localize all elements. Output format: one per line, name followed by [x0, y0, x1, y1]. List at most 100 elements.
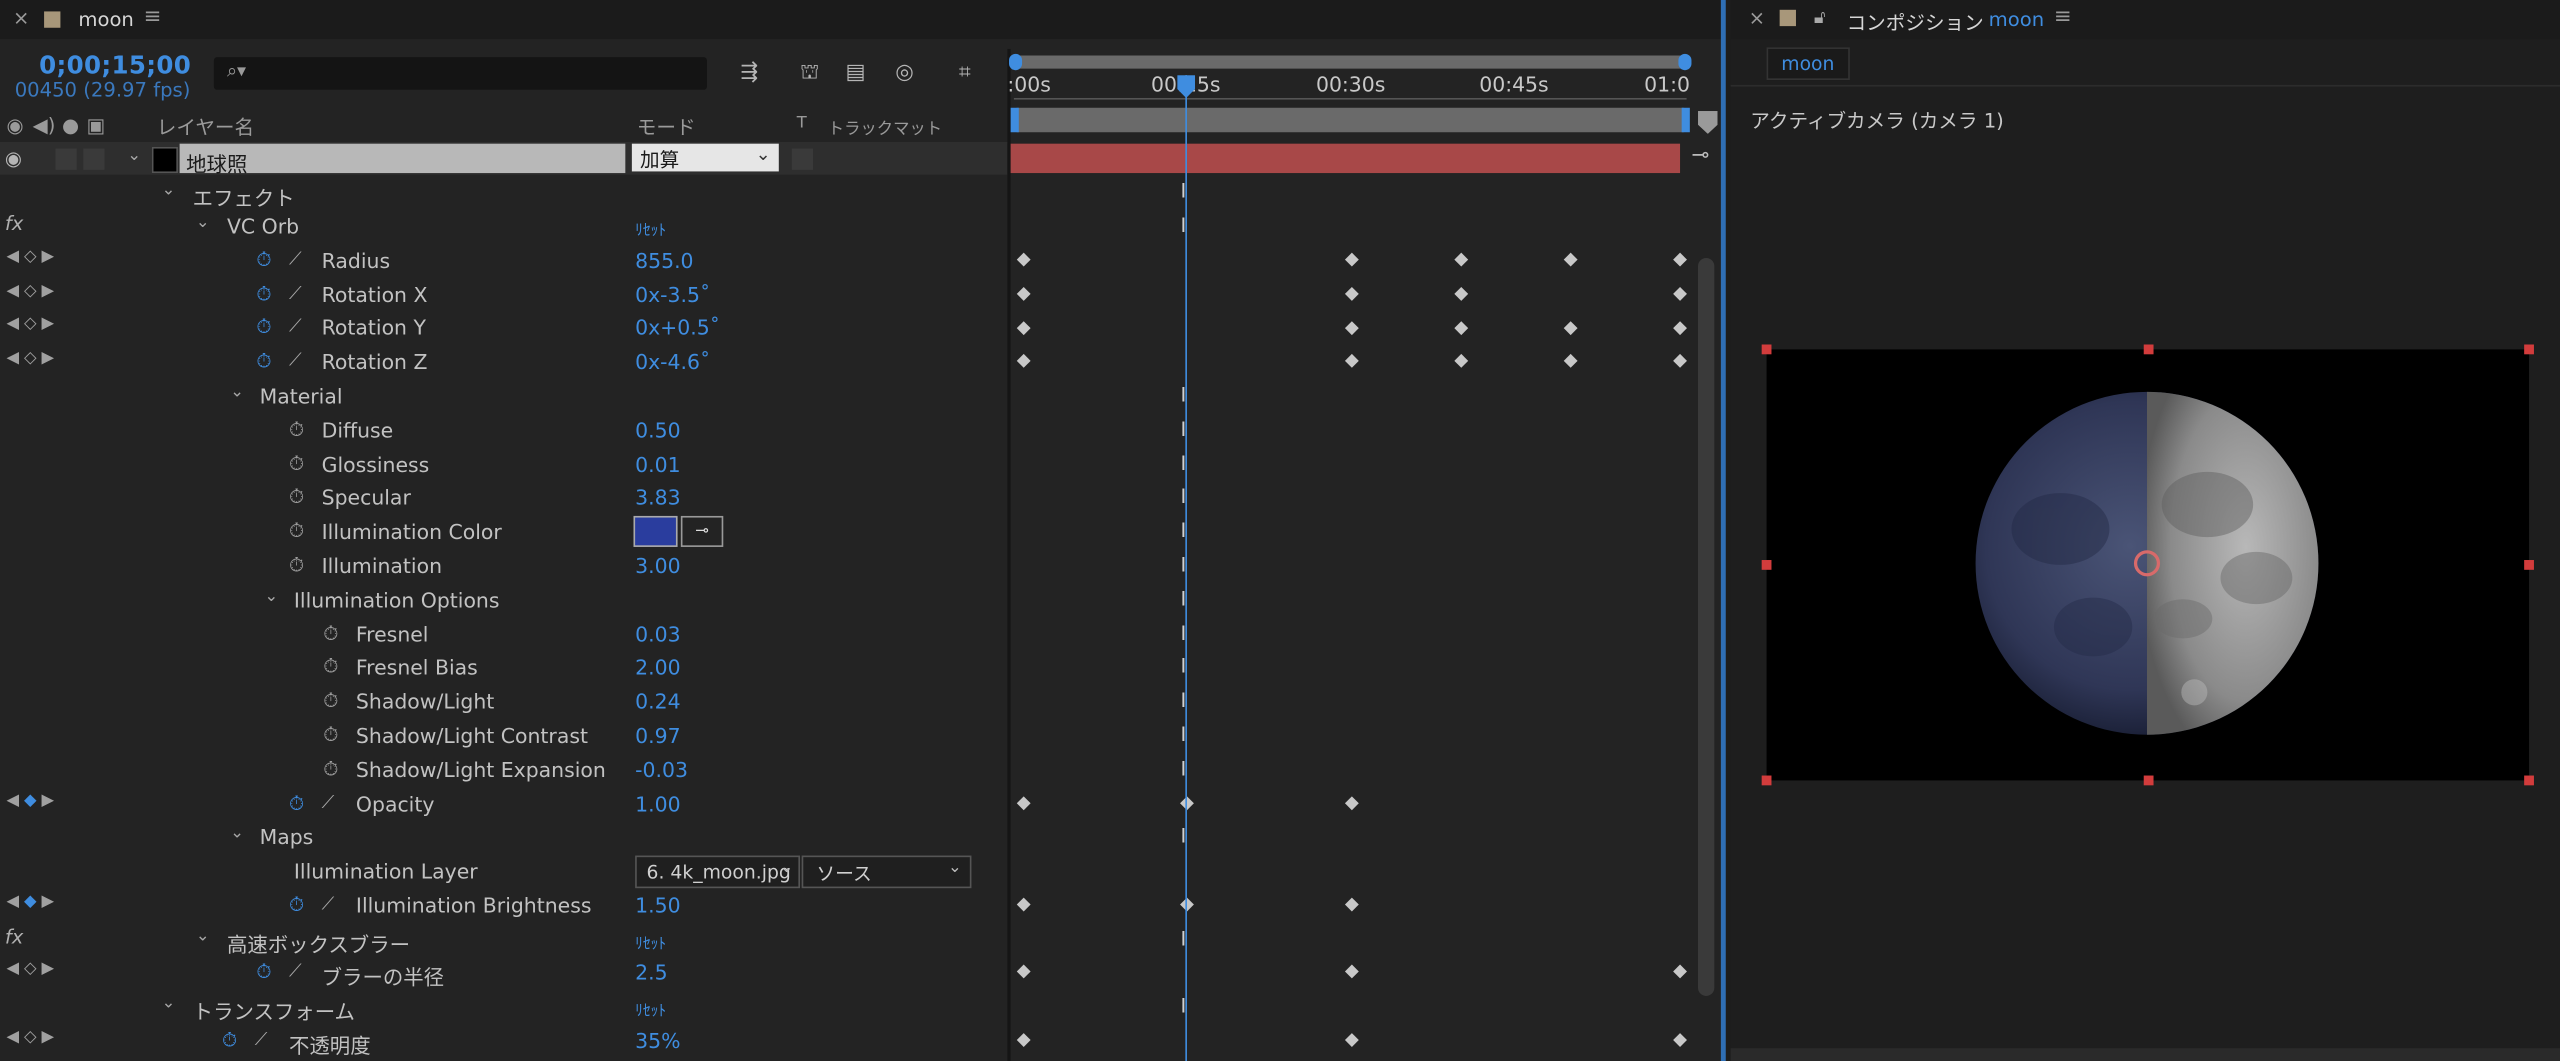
keyframe[interactable] — [1673, 252, 1687, 267]
keyframe[interactable] — [1344, 1033, 1359, 1047]
keyframe[interactable] — [1673, 964, 1687, 979]
stopwatch-icon[interactable]: ⏱ — [323, 723, 338, 747]
property-value[interactable]: -0.03 — [635, 758, 688, 782]
layer-name-header[interactable]: レイヤー名 — [157, 113, 254, 146]
chevron-down-icon[interactable]: ⌄ — [196, 214, 210, 232]
stopwatch-icon[interactable]: ⏱ — [289, 893, 304, 917]
stopwatch-icon[interactable]: ⏱ — [256, 315, 271, 339]
keyframe[interactable] — [1016, 897, 1031, 912]
keyframe[interactable] — [1344, 897, 1359, 912]
mode-header[interactable]: モード — [637, 113, 696, 146]
blend-mode-select[interactable]: 加算 ⌄ — [631, 143, 779, 172]
vertical-scrollbar[interactable] — [1698, 257, 1715, 996]
property-value[interactable]: 0x-3.5˚ — [635, 282, 710, 306]
lock-icon[interactable]: 🔓︎ — [1814, 7, 1826, 30]
graph-icon[interactable]: ⟋ — [255, 1029, 268, 1052]
timeline-tab-title[interactable]: moon — [78, 8, 133, 31]
transform-handle[interactable] — [2524, 344, 2534, 355]
stopwatch-icon[interactable]: ⏱ — [289, 452, 304, 476]
chevron-down-icon[interactable]: ⌄ — [264, 588, 278, 606]
layer-row[interactable]: ◉ ⌄ 地球照 加算 ⌄ — [0, 142, 1008, 176]
stopwatch-icon[interactable]: ⏱ — [256, 248, 271, 272]
stopwatch-icon[interactable]: ⏱ — [256, 960, 271, 984]
panel-menu-icon[interactable]: ≡ — [144, 5, 162, 29]
keyframe-navigator[interactable]: ◀◇▶ — [7, 282, 59, 300]
keyframe[interactable] — [1344, 353, 1359, 368]
reset-link[interactable]: ﾘｾｯﾄ — [635, 931, 666, 954]
stopwatch-icon[interactable]: ⏱ — [289, 485, 304, 509]
graph-icon[interactable]: ⟋ — [289, 315, 302, 338]
property-value[interactable]: 0.24 — [635, 689, 680, 713]
keyframe[interactable] — [1344, 796, 1359, 811]
stopwatch-icon[interactable]: ⏱ — [323, 622, 338, 646]
frame-blending-icon[interactable]: ▤ — [841, 60, 870, 86]
property-value[interactable]: 35% — [635, 1029, 680, 1053]
work-area-start-handle[interactable] — [1009, 53, 1023, 71]
anchor-point-icon[interactable] — [2133, 550, 2161, 577]
property-value[interactable]: 0.97 — [635, 723, 680, 747]
property-value[interactable]: 0.01 — [635, 452, 680, 476]
work-area-end-handle[interactable] — [1678, 53, 1692, 71]
chevron-down-icon[interactable]: ⌄ — [162, 181, 176, 199]
transform-handle[interactable] — [2524, 560, 2534, 570]
graph-icon[interactable]: ⟋ — [289, 349, 302, 372]
keyframe[interactable] — [1016, 286, 1031, 301]
composition-tab-prefix[interactable]: コンポジション — [1847, 8, 1984, 36]
effect-fast-box-blur[interactable]: fx ⌄ 高速ボックスブラー ﾘｾｯﾄ — [0, 922, 1007, 957]
property-value[interactable]: 1.50 — [635, 893, 680, 917]
color-swatch[interactable] — [633, 515, 678, 547]
keyframe-navigator[interactable]: ◀◆▶ — [7, 893, 59, 911]
eye-icon[interactable]: ◉ — [5, 147, 22, 170]
keyframe[interactable] — [1344, 321, 1359, 336]
keyframe[interactable] — [1563, 252, 1578, 267]
property-value[interactable]: 0x+0.5˚ — [635, 315, 720, 339]
keyframe[interactable] — [1673, 1033, 1687, 1047]
property-value[interactable]: 1.00 — [635, 792, 680, 816]
illumination-layer-select[interactable]: 6. 4k_moon.jpg ⌄ — [635, 855, 801, 889]
property-value[interactable]: 2.00 — [635, 655, 680, 679]
transform-handle[interactable] — [1761, 560, 1772, 570]
keyframe[interactable] — [1454, 353, 1469, 368]
property-value[interactable]: 0x-4.6˚ — [635, 349, 710, 373]
graph-icon[interactable]: ⟋ — [322, 893, 335, 916]
keyframe[interactable] — [1344, 252, 1359, 267]
graph-editor-icon[interactable]: ⌗ — [950, 60, 979, 86]
fx-icon[interactable]: fx — [5, 212, 23, 235]
viewer-toolbar[interactable] — [1730, 1048, 2560, 1061]
graph-icon[interactable]: ⟋ — [289, 248, 302, 271]
reset-link[interactable]: ﾘｾｯﾄ — [635, 998, 666, 1020]
keyframe[interactable] — [1673, 286, 1687, 301]
reset-link[interactable]: ﾘｾｯﾄ — [635, 217, 666, 240]
keyframe[interactable] — [1016, 353, 1031, 368]
motion-blur-icon[interactable]: ◎ — [890, 60, 919, 86]
preserve-transparency-checkbox[interactable] — [791, 148, 814, 170]
chevron-down-icon[interactable]: ⌄ — [162, 994, 176, 1012]
keyframe[interactable] — [1454, 252, 1469, 267]
comp-marker-bin-icon[interactable] — [1698, 111, 1718, 134]
time-navigator-end[interactable] — [1681, 107, 1690, 133]
transform-handle[interactable] — [2143, 344, 2154, 355]
pickwhip-icon[interactable]: ⊸ — [1691, 144, 1709, 168]
keyframe[interactable] — [1016, 321, 1031, 336]
property-value[interactable]: 0.03 — [635, 622, 680, 646]
property-value[interactable]: 3.83 — [635, 485, 680, 509]
stopwatch-icon[interactable]: ⏱ — [323, 689, 338, 713]
draft-3d-icon[interactable]: ⛫ — [795, 60, 824, 86]
effect-vc-orb[interactable]: fx ⌄ VC Orb ﾘｾｯﾄ — [0, 209, 1007, 242]
layer-name-field[interactable]: 地球照 — [179, 143, 626, 176]
stopwatch-icon[interactable]: ⏱ — [289, 553, 304, 577]
keyframe-navigator[interactable]: ◀◆▶ — [7, 792, 59, 810]
group-maps[interactable]: ⌄ Maps — [0, 820, 1007, 853]
layer-duration-bar[interactable] — [1010, 143, 1681, 174]
playhead-line[interactable] — [1185, 75, 1187, 1061]
keyframe-navigator[interactable]: ◀◇▶ — [7, 960, 59, 978]
chevron-down-icon[interactable]: ⌄ — [230, 384, 244, 402]
property-value[interactable]: 0.50 — [635, 418, 680, 442]
close-icon[interactable]: × — [13, 7, 29, 30]
panel-menu-icon[interactable]: ≡ — [2054, 5, 2072, 29]
keyframe[interactable] — [1016, 964, 1031, 979]
stopwatch-icon[interactable]: ⏱ — [323, 758, 338, 782]
keyframe[interactable] — [1344, 286, 1359, 301]
keyframe[interactable] — [1673, 353, 1687, 368]
composition-chip[interactable]: moon — [1766, 47, 1850, 81]
